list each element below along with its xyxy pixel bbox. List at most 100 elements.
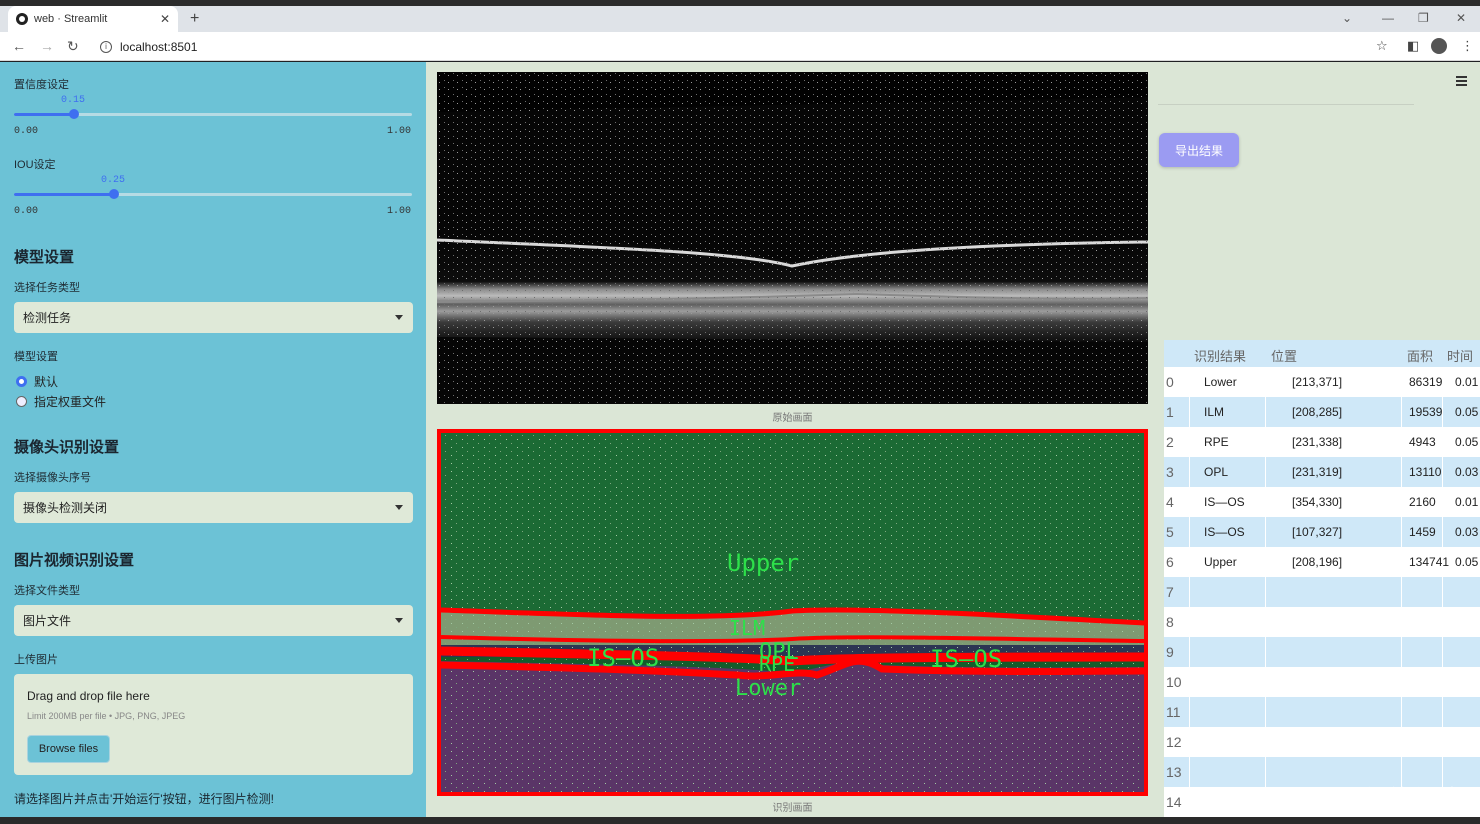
cell-position: [213,371]: [1292, 375, 1343, 389]
table-row[interactable]: 9: [1164, 637, 1480, 667]
url-field[interactable]: i localhost:8501: [94, 36, 1364, 57]
row-index: 12: [1166, 734, 1182, 750]
cell-position: [208,285]: [1292, 405, 1343, 419]
browser-menu-icon[interactable]: ⋮: [1461, 38, 1474, 54]
camera-index-label: 选择摄像头序号: [14, 472, 91, 484]
address-bar: ← → ↻ i localhost:8501 ☆ ◧ ⋮: [0, 32, 1480, 61]
confidence-min: 0.00: [14, 126, 39, 137]
file-type-select[interactable]: 图片文件: [14, 605, 413, 636]
confidence-slider-thumb[interactable]: [69, 109, 79, 119]
iou-slider[interactable]: [14, 189, 412, 199]
cell-area: 13110: [1409, 465, 1442, 479]
model-option-default[interactable]: 默认: [16, 373, 58, 390]
cell-time: 0.01: [1455, 375, 1479, 389]
table-row[interactable]: 5 IS—OS [107,327] 1459 0.03: [1164, 517, 1480, 547]
window-close-icon[interactable]: ✕: [1456, 11, 1466, 25]
table-row[interactable]: 7: [1164, 577, 1480, 607]
task-type-select[interactable]: 检测任务: [14, 302, 413, 333]
confidence-slider-fill: [14, 113, 74, 116]
tab-search-icon[interactable]: ⌄: [1342, 11, 1352, 25]
iou-slider-fill: [14, 193, 114, 196]
table-row[interactable]: 2 RPE [231,338] 4943 0.05: [1164, 427, 1480, 457]
confidence-slider[interactable]: [14, 109, 412, 119]
overlay-label-isos-left: IS—OS: [587, 644, 659, 672]
tab-title: web · Streamlit: [34, 13, 108, 25]
sidebar-hint: 请选择图片并点击'开始运行'按钮，进行图片检测!: [14, 792, 274, 806]
iou-max: 1.00: [387, 206, 412, 217]
new-tab-icon[interactable]: +: [190, 10, 199, 28]
site-info-icon[interactable]: i: [100, 40, 112, 53]
cell-time: 0.03: [1455, 525, 1479, 539]
streamlit-favicon-icon: [16, 13, 28, 25]
header-time[interactable]: 时间: [1447, 346, 1473, 365]
chevron-down-icon: [395, 505, 403, 510]
upload-label: 上传图片: [14, 654, 58, 666]
tab-strip: web · Streamlit ✕ + ⌄ — ❐ ✕: [0, 6, 1480, 32]
radio-unselected-icon: [16, 396, 27, 407]
table-row[interactable]: 6 Upper [208,196] 134741 0.05: [1164, 547, 1480, 577]
table-row[interactable]: 1 ILM [208,285] 19539 0.05: [1164, 397, 1480, 427]
browse-files-button[interactable]: Browse files: [27, 735, 110, 763]
dropzone-limit: Limit 200MB per file • JPG, PNG, JPEG: [27, 711, 186, 721]
confidence-label: 置信度设定: [14, 79, 69, 91]
hamburger-menu-icon[interactable]: [1456, 76, 1467, 88]
profile-avatar[interactable]: [1431, 38, 1447, 54]
cell-time: 0.03: [1455, 465, 1479, 479]
confidence-max: 1.00: [387, 126, 412, 137]
table-row[interactable]: 12: [1164, 727, 1480, 757]
cell-time: 0.05: [1455, 555, 1479, 569]
cell-position: [231,338]: [1292, 435, 1343, 449]
file-dropzone[interactable]: Drag and drop file here Limit 200MB per …: [14, 674, 413, 775]
table-row[interactable]: 0 Lower [213,371] 86319 0.01: [1164, 367, 1480, 397]
table-row[interactable]: 11: [1164, 697, 1480, 727]
camera-index-select[interactable]: 摄像头检测关闭: [14, 492, 413, 523]
iou-min: 0.00: [14, 206, 39, 217]
overlay-label-lower: Lower: [735, 676, 801, 701]
model-option-label: 默认: [34, 375, 59, 389]
browser-tab[interactable]: web · Streamlit ✕: [8, 6, 178, 32]
minimize-icon[interactable]: —: [1382, 11, 1394, 25]
model-option-custom-weights[interactable]: 指定权重文件: [16, 393, 106, 410]
cell-area: 134741: [1409, 555, 1450, 569]
row-index: 4: [1166, 494, 1174, 510]
cell-time: 0.05: [1455, 435, 1479, 449]
camera-index-value: 摄像头检测关闭: [23, 501, 108, 515]
results-table[interactable]: 识别结果 位置 面积 时间 0 Lower [213,371] 86319 0.01 1 I…: [1164, 340, 1480, 820]
cell-time: 0.05: [1455, 405, 1479, 419]
model-option-label: 指定权重文件: [34, 395, 107, 409]
table-row[interactable]: 8: [1164, 607, 1480, 637]
row-index: 7: [1166, 584, 1174, 600]
result-caption: 识别画面: [772, 803, 813, 814]
restore-icon[interactable]: ❐: [1418, 11, 1429, 25]
overlay-label-ilm: ILM: [729, 616, 765, 640]
tab-close-icon[interactable]: ✕: [160, 12, 170, 26]
forward-icon[interactable]: →: [40, 38, 54, 54]
back-icon[interactable]: ←: [12, 38, 26, 54]
camera-section-heading: 摄像头识别设置: [14, 439, 120, 456]
bookmark-star-icon[interactable]: ☆: [1376, 38, 1388, 54]
side-panel-icon[interactable]: ◧: [1407, 38, 1419, 54]
table-row[interactable]: 4 IS—OS [354,330] 2160 0.01: [1164, 487, 1480, 517]
header-position[interactable]: 位置: [1271, 346, 1297, 365]
row-index: 11: [1166, 704, 1181, 720]
cell-time: 0.01: [1455, 495, 1479, 509]
column-divider: [1401, 367, 1402, 820]
export-results-button[interactable]: 导出结果: [1159, 133, 1239, 167]
cell-result: IS—OS: [1204, 495, 1245, 509]
iou-value: 0.25: [101, 175, 126, 186]
header-area[interactable]: 面积: [1407, 346, 1433, 365]
iou-slider-thumb[interactable]: [109, 189, 119, 199]
chevron-down-icon: [395, 315, 403, 320]
reload-icon[interactable]: ↻: [67, 38, 79, 55]
row-index: 9: [1166, 644, 1174, 660]
cell-area: 1459: [1409, 525, 1436, 539]
overlay-label-isos-right: IS—OS: [930, 645, 1002, 673]
task-type-value: 检测任务: [23, 311, 72, 325]
table-row[interactable]: 3 OPL [231,319] 13110 0.03: [1164, 457, 1480, 487]
row-index: 14: [1166, 794, 1182, 810]
chevron-down-icon: [395, 618, 403, 623]
iou-label: IOU设定: [14, 159, 56, 171]
cell-area: 86319: [1409, 375, 1443, 389]
header-result[interactable]: 识别结果: [1194, 346, 1246, 365]
table-row[interactable]: 10: [1164, 667, 1480, 697]
